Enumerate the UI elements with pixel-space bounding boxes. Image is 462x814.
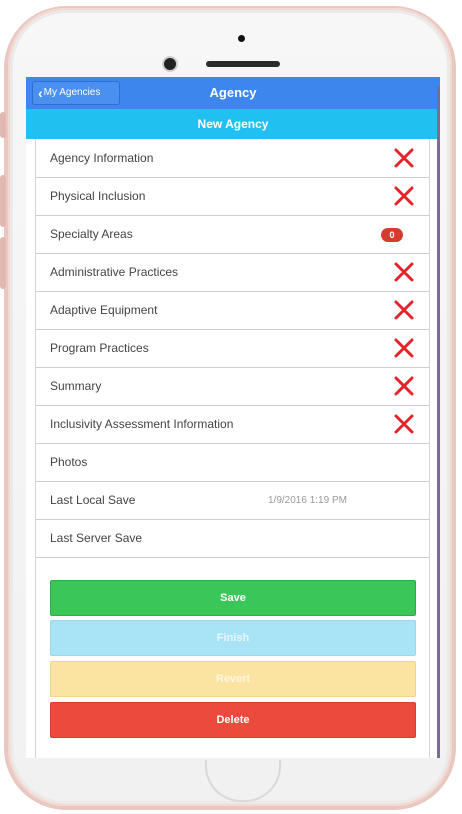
count-badge: 0 [381,228,403,242]
section-label: Physical Inclusion [50,189,146,203]
front-camera [164,58,176,70]
close-icon [394,376,414,396]
section-label: Administrative Practices [50,265,179,279]
delete-button[interactable]: Delete [50,702,416,738]
section-label: Last Local Save [50,493,136,507]
section-summary[interactable]: Summary [36,367,429,406]
agency-name-bar: New Agency [26,109,440,139]
section-inclusivity-assessment-information[interactable]: Inclusivity Assessment Information [36,405,429,444]
section-label: Adaptive Equipment [50,303,158,317]
section-label: Specialty Areas [50,227,133,241]
close-icon [394,338,414,358]
last-local-save-row: Last Local Save 1/9/2016 1:19 PM [36,481,429,520]
close-icon [394,300,414,320]
chevron-left-icon: ‹ [38,85,43,101]
section-label: Inclusivity Assessment Information [50,417,234,431]
finish-button[interactable]: Finish [50,620,416,656]
earpiece-speaker [206,61,280,67]
section-agency-information[interactable]: Agency Information [36,139,429,178]
close-icon [394,414,414,434]
section-list: Agency Information Physical Inclusion Sp… [35,139,430,758]
last-server-save-row: Last Server Save [36,519,429,558]
back-button[interactable]: ‹ My Agencies [32,81,120,105]
mute-switch [0,112,6,138]
volume-down-button [0,237,6,289]
home-button[interactable] [205,760,281,802]
sensor-dot [238,35,245,42]
close-icon [394,262,414,282]
section-label: Last Server Save [50,531,143,545]
close-icon [394,186,414,206]
last-local-save-timestamp: 1/9/2016 1:19 PM [268,494,347,506]
close-icon [394,148,414,168]
section-specialty-areas[interactable]: Specialty Areas 0 [36,215,429,254]
navigation-bar: ‹ My Agencies Agency [26,77,440,109]
section-label: Summary [50,379,102,393]
revert-button[interactable]: Revert [50,661,416,697]
app-screen: ‹ My Agencies Agency New Agency Agency I… [26,77,440,758]
section-label: Photos [50,455,88,469]
back-button-label: My Agencies [43,87,101,98]
section-physical-inclusion[interactable]: Physical Inclusion [36,177,429,216]
save-button[interactable]: Save [50,580,416,616]
section-administrative-practices[interactable]: Administrative Practices [36,253,429,292]
section-photos[interactable]: Photos [36,443,429,482]
section-program-practices[interactable]: Program Practices [36,329,429,368]
screen-edge [437,86,440,758]
section-adaptive-equipment[interactable]: Adaptive Equipment [36,291,429,330]
section-label: Program Practices [50,341,149,355]
volume-up-button [0,175,6,227]
section-label: Agency Information [50,151,154,165]
